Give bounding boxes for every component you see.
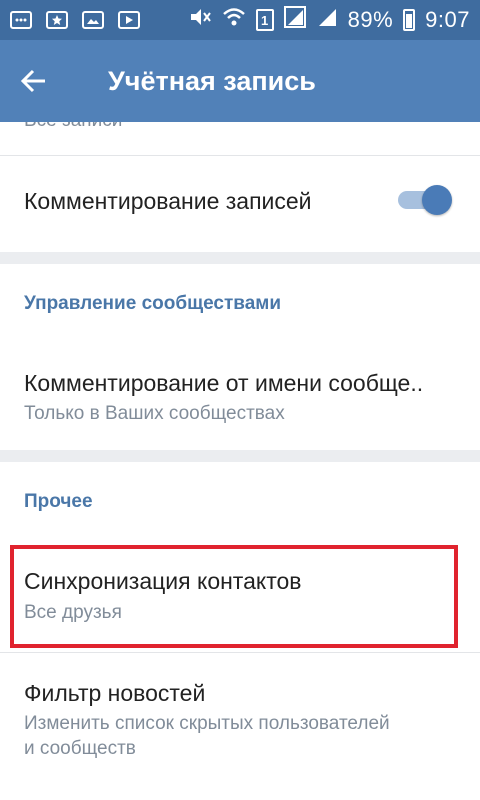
highlight-frame [10,545,458,648]
communities-card: Управление сообществами Комментирование … [0,264,480,450]
row-subtitle: и сообществ [24,738,136,759]
gallery-icon [82,11,104,29]
battery-icon [403,9,416,31]
app-header: Учётная запись [0,40,480,122]
sim-icon: 1 [255,9,274,31]
row-title: Комментирование от имени сообще.. [24,370,424,396]
comment-posts-label[interactable]: Комментирование записей [24,188,312,215]
back-button[interactable] [0,40,68,122]
wifi-icon [222,6,246,34]
row-subtitle: Только в Ваших сообществах [24,403,285,424]
status-bar: 1 89% 9:07 [0,0,480,40]
signal-icon [316,6,338,34]
signal-icon [283,6,306,34]
comment-posts-toggle[interactable] [396,182,452,218]
mute-icon [188,6,212,34]
clock: 9:07 [425,7,470,32]
divider [0,652,480,653]
video-icon [118,11,140,29]
privacy-card: Все записи Комментирование записей [0,122,480,252]
section-header: Управление сообществами [24,293,282,314]
toggle-thumb [422,185,452,215]
star-icon [46,11,68,29]
divider [0,155,480,156]
row-subtitle: Изменить список скрытых пользователей [24,713,390,734]
arrow-left-icon [20,69,45,93]
message-icon [10,11,32,29]
section-header: Прочее [24,491,93,512]
page-title: Учётная запись [108,65,316,96]
row-title: Фильтр новостей [24,680,206,706]
battery-percent: 89% [347,7,394,32]
